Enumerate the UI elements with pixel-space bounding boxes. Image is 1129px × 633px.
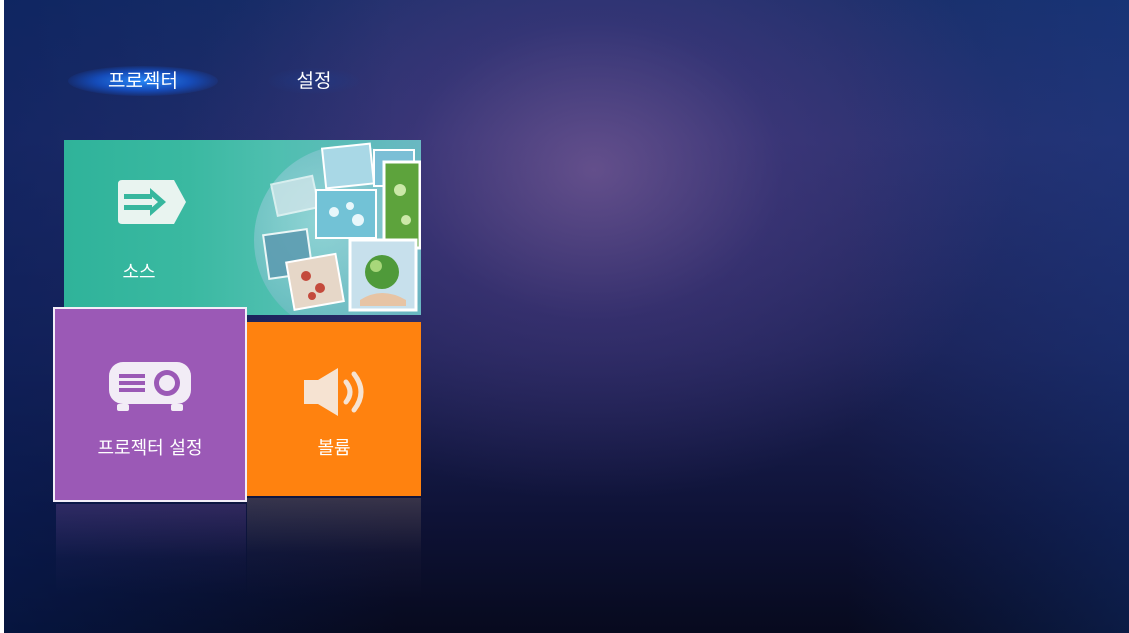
speaker-volume-icon: [300, 366, 370, 418]
tile-reflection: [247, 498, 421, 598]
media-collage-image: [254, 140, 421, 315]
tab-settings[interactable]: 설정: [268, 62, 360, 100]
tab-projector[interactable]: 프로젝터: [68, 62, 218, 100]
input-source-icon: [116, 178, 188, 226]
projector-settings-tile[interactable]: 프로젝터 설정: [53, 307, 247, 502]
tab-projector-label: 프로젝터: [108, 70, 178, 92]
volume-tile-label: 볼륨: [317, 438, 351, 459]
projector-home-screen: 프로젝터 설정 소스 볼륨 프로젝터 설정: [4, 0, 1129, 633]
projector-icon: [107, 358, 193, 414]
projector-settings-tile-label: 프로젝터 설정: [97, 438, 203, 459]
tile-reflection: [56, 504, 246, 594]
source-tile-label: 소스: [122, 262, 156, 283]
source-tile[interactable]: 소스: [64, 140, 421, 315]
volume-tile[interactable]: 볼륨: [247, 322, 421, 496]
tab-settings-label: 설정: [296, 70, 332, 92]
